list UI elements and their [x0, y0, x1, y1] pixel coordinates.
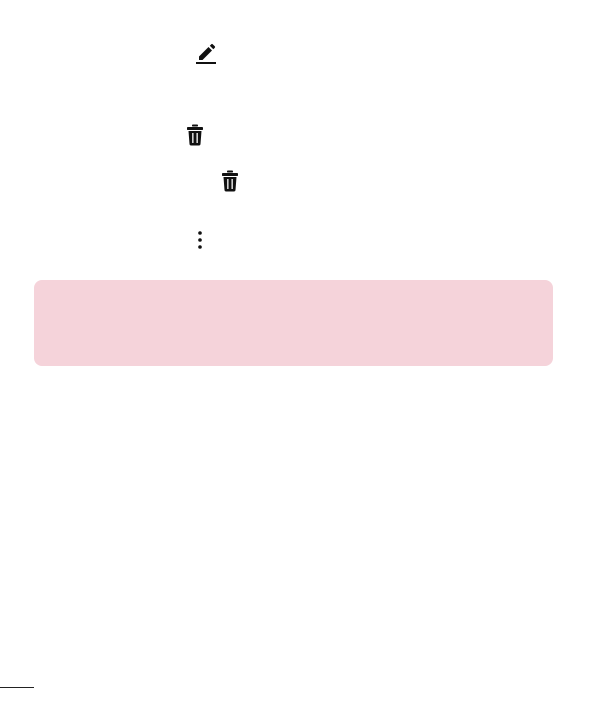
footer-divider: [0, 687, 34, 688]
note-callout-box: [34, 280, 553, 366]
pencil-edit-icon: [195, 42, 217, 64]
more-vertical-icon: [196, 230, 204, 250]
trash-icon: [221, 170, 239, 192]
trash-icon: [186, 124, 204, 146]
